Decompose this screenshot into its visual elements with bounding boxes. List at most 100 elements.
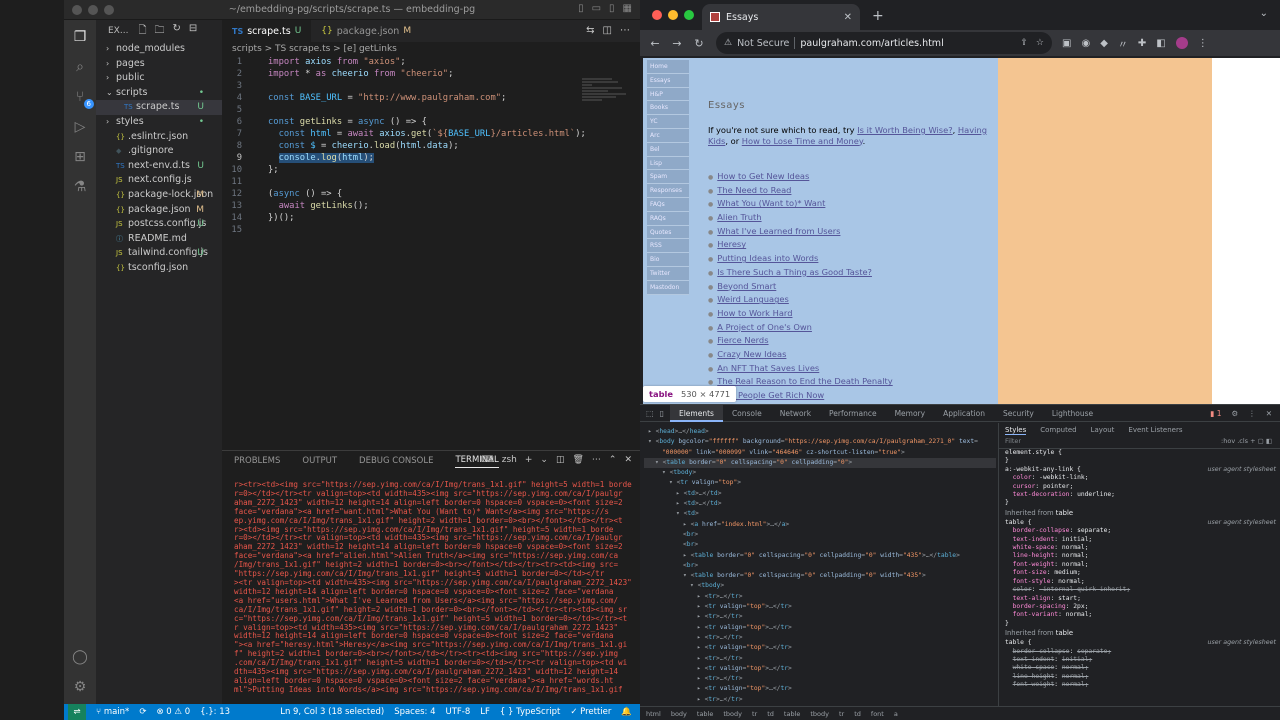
- code-line[interactable]: 4 const BASE_URL = "http://www.paulgraham…: [222, 92, 640, 104]
- site-nav-item[interactable]: H&P: [647, 87, 689, 102]
- dom-breadcrumb-item[interactable]: a: [894, 710, 898, 718]
- dom-node[interactable]: ▸ <tr>…</tr>: [644, 674, 996, 684]
- essay-link[interactable]: Weird Languages: [717, 294, 789, 304]
- accounts-icon[interactable]: ◯: [71, 648, 89, 666]
- code-line[interactable]: 3: [222, 80, 640, 92]
- styles-tab-computed[interactable]: Computed: [1040, 426, 1076, 434]
- styles-tab-layout[interactable]: Layout: [1091, 426, 1115, 434]
- site-nav-item[interactable]: Home: [647, 60, 689, 74]
- devtools-tab-security[interactable]: Security: [994, 405, 1043, 422]
- devtools-settings-icon[interactable]: ⚙: [1231, 409, 1238, 418]
- extension-c-icon[interactable]: ◆: [1100, 38, 1108, 49]
- site-nav-item[interactable]: Bel: [647, 142, 689, 157]
- split-editor-icon[interactable]: ◫: [603, 25, 612, 36]
- styles-tab-event-listeners[interactable]: Event Listeners: [1128, 426, 1182, 434]
- dom-node[interactable]: ▸ <a href="index.html">…</a>: [644, 520, 996, 530]
- essay-link[interactable]: How to Get New Ideas: [717, 171, 809, 181]
- tab-search-icon[interactable]: ⌄: [1260, 8, 1268, 19]
- essay-link[interactable]: The Real Reason to End the Death Penalty: [717, 376, 892, 386]
- site-nav-item[interactable]: Lisp: [647, 156, 689, 171]
- url-text[interactable]: paulgraham.com/articles.html: [800, 38, 943, 49]
- extensions-puzzle-icon[interactable]: ✚: [1138, 38, 1146, 49]
- essay-link[interactable]: Fierce Nerds: [717, 335, 768, 345]
- site-nav-item[interactable]: Twitter: [647, 266, 689, 281]
- prettier-status[interactable]: ✓ Prettier: [570, 707, 611, 717]
- back-icon[interactable]: ←: [644, 37, 666, 50]
- file-tree-item[interactable]: JS next.config.js: [96, 173, 222, 188]
- more-icon[interactable]: ⋯: [592, 455, 601, 465]
- site-nav-item[interactable]: Mastodon: [647, 280, 689, 295]
- close-window-button[interactable]: [652, 10, 662, 20]
- compare-icon[interactable]: ⇆: [586, 25, 594, 36]
- problems-status[interactable]: ⊗ 0 ⚠ 0: [156, 707, 190, 717]
- dom-breadcrumb-item[interactable]: table: [697, 710, 713, 718]
- dom-node[interactable]: ▸ <tr valign="top">…</tr>: [644, 684, 996, 694]
- styles-tab-styles[interactable]: Styles: [1005, 426, 1027, 435]
- new-terminal-icon[interactable]: +: [525, 455, 533, 465]
- more-actions-icon[interactable]: ⋯: [620, 25, 630, 36]
- essay-link[interactable]: How to Work Hard: [717, 308, 792, 318]
- file-tree-item[interactable]: TS next-env.d.ts U: [96, 159, 222, 174]
- site-nav-item[interactable]: RSS: [647, 239, 689, 254]
- profile-avatar[interactable]: [1175, 37, 1188, 49]
- site-nav-item[interactable]: Bio: [647, 253, 689, 267]
- terminal-output[interactable]: r><tr><td><img src="https://sep.yimg.com…: [234, 481, 634, 703]
- dom-node[interactable]: ▸ <tr>…</tr>: [644, 654, 996, 664]
- new-folder-icon[interactable]: 🗀: [154, 23, 164, 40]
- remote-indicator-icon[interactable]: ⇌: [68, 704, 86, 720]
- sync-icon[interactable]: ⟳: [139, 707, 146, 717]
- dom-node[interactable]: ▸ <td>…</td>: [644, 489, 996, 499]
- style-rule-line[interactable]: font-weight: normal;: [999, 561, 1280, 569]
- bookmark-star-icon[interactable]: ☆: [1036, 38, 1044, 48]
- inspect-element-icon[interactable]: ⬚: [646, 409, 654, 418]
- essay-link[interactable]: Crazy New Ideas: [717, 349, 786, 359]
- intro-link-money[interactable]: How to Lose Time and Money: [742, 136, 863, 146]
- file-tree-item[interactable]: › pages: [96, 57, 222, 72]
- code-line[interactable]: 9 console.log(html);: [222, 152, 640, 164]
- essay-link[interactable]: The Need to Read: [717, 185, 791, 195]
- reload-icon[interactable]: ↻: [688, 37, 710, 50]
- style-rule-line[interactable]: font-weight: normal;: [999, 681, 1280, 689]
- explorer-icon[interactable]: ❐: [71, 28, 89, 46]
- extension-a-icon[interactable]: ▣: [1062, 38, 1071, 49]
- file-tree-item[interactable]: › styles •: [96, 115, 222, 130]
- dom-node[interactable]: <br>: [644, 530, 996, 540]
- toggle-panel-icon[interactable]: ▭: [592, 3, 601, 14]
- style-rule-line[interactable]: line-height: normal;: [999, 673, 1280, 681]
- styles-filter[interactable]: Filter:hov .cls + ▢ ◧: [999, 437, 1280, 449]
- terminal-shell-label[interactable]: zsh: [502, 455, 517, 465]
- split-terminal-icon[interactable]: ◫: [556, 455, 565, 465]
- search-icon[interactable]: ⌕: [71, 58, 89, 76]
- file-tree-item[interactable]: {} package-lock.json M: [96, 188, 222, 203]
- indentation-status[interactable]: Spaces: 4: [394, 707, 435, 717]
- essay-link[interactable]: Is There Such a Thing as Good Taste?: [717, 267, 872, 277]
- dom-node[interactable]: ▸ <tr>…</tr>: [644, 633, 996, 643]
- language-mode[interactable]: { } TypeScript: [500, 707, 560, 717]
- essay-link[interactable]: Heresy: [717, 239, 746, 249]
- dom-breadcrumb-item[interactable]: font: [871, 710, 884, 718]
- site-nav-item[interactable]: Books: [647, 101, 689, 116]
- style-rule-line[interactable]: table {user agent stylesheet: [999, 639, 1280, 647]
- dom-node[interactable]: ▾ <td>: [644, 509, 996, 519]
- run-debug-icon[interactable]: ▷: [71, 118, 89, 136]
- file-tree-item[interactable]: JS postcss.config.js U: [96, 217, 222, 232]
- extensions-icon[interactable]: ⊞: [71, 148, 89, 166]
- style-rule-line[interactable]: white-space: normal;: [999, 544, 1280, 552]
- side-panel-icon[interactable]: ◧: [1156, 38, 1165, 49]
- style-rule-line[interactable]: text-align: start;: [999, 595, 1280, 603]
- dom-breadcrumb-item[interactable]: tr: [752, 710, 757, 718]
- browser-tab-essays[interactable]: Essays ✕: [702, 4, 860, 30]
- dom-node[interactable]: ▸ <tr>…</tr>: [644, 592, 996, 602]
- code-line[interactable]: 14})();: [222, 212, 640, 224]
- customize-layout-icon[interactable]: ▦: [623, 3, 632, 14]
- code-line[interactable]: 2 import * as cheerio from "cheerio";: [222, 68, 640, 80]
- site-nav-item[interactable]: RAQs: [647, 211, 689, 226]
- terminal-dropdown-icon[interactable]: ⌄: [540, 455, 548, 465]
- new-tab-icon[interactable]: +: [872, 8, 884, 24]
- style-rule-line[interactable]: font-variant: normal;: [999, 611, 1280, 619]
- rule-source[interactable]: user agent stylesheet: [1207, 519, 1276, 527]
- dom-breadcrumb-item[interactable]: tbody: [810, 710, 829, 718]
- style-rule-line[interactable]: white-space: normal;: [999, 664, 1280, 672]
- chrome-menu-icon[interactable]: ⋮: [1198, 38, 1208, 49]
- style-rule-line[interactable]: border-spacing: 2px;: [999, 603, 1280, 611]
